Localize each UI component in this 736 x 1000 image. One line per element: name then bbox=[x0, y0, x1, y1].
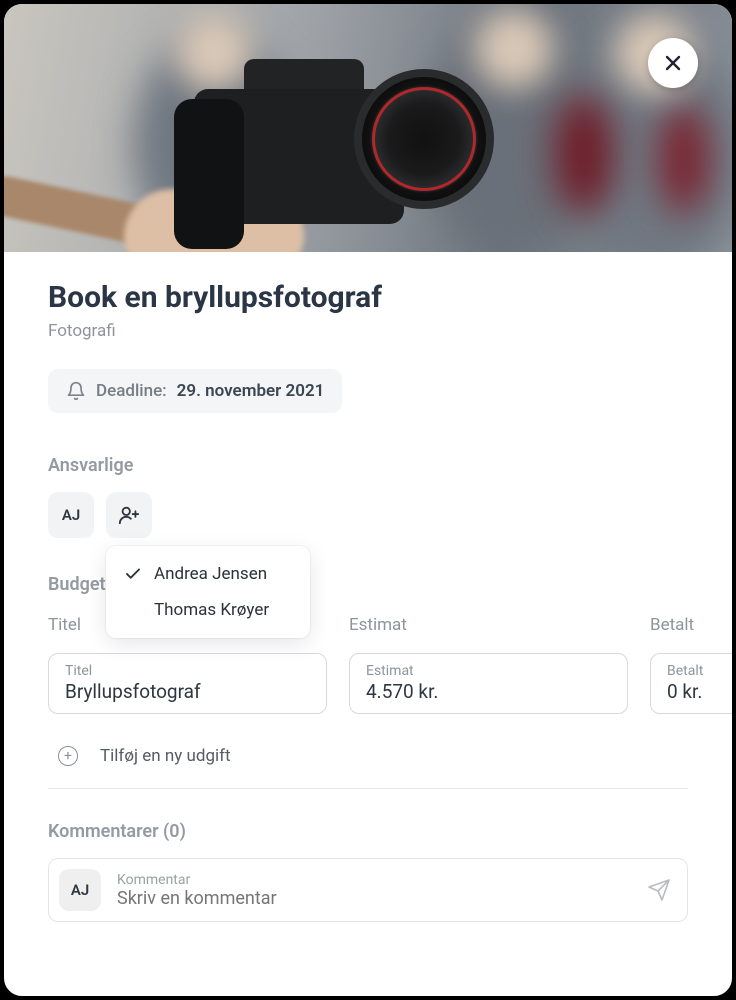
deadline-date: 29. november 2021 bbox=[177, 381, 325, 401]
deadline-chip[interactable]: Deadline: 29. november 2021 bbox=[48, 369, 342, 413]
task-title: Book en bryllupsfotograf bbox=[48, 280, 688, 315]
dropdown-item-label: Thomas Krøyer bbox=[154, 600, 269, 620]
paid-field[interactable]: Betalt bbox=[650, 653, 736, 714]
add-expense-label: Tilføj en ny udgift bbox=[100, 746, 231, 766]
check-icon bbox=[124, 565, 142, 583]
close-icon bbox=[663, 53, 683, 73]
assignees-heading: Ansvarlige bbox=[48, 455, 688, 476]
paper-plane-icon bbox=[647, 878, 671, 902]
comments-heading: Kommentarer (0) bbox=[48, 821, 688, 842]
comment-input-box[interactable]: AJ Kommentar bbox=[48, 858, 688, 922]
title-field[interactable]: Titel bbox=[48, 653, 327, 714]
add-expense-button[interactable]: + Tilføj en ny udgift bbox=[48, 724, 688, 789]
estimate-field[interactable]: Estimat bbox=[349, 653, 628, 714]
add-assignee-button[interactable] bbox=[106, 492, 152, 538]
field-label: Betalt bbox=[667, 663, 736, 679]
paid-input[interactable] bbox=[667, 680, 736, 703]
field-label: Estimat bbox=[366, 663, 611, 679]
send-button[interactable] bbox=[647, 878, 671, 902]
task-modal: Book en bryllupsfotograf Fotografi Deadl… bbox=[0, 0, 736, 1000]
assignee-avatar[interactable]: AJ bbox=[48, 492, 94, 538]
dropdown-item-andrea[interactable]: Andrea Jensen bbox=[106, 556, 310, 592]
bell-icon bbox=[66, 381, 86, 401]
comment-field-label: Kommentar bbox=[117, 872, 631, 888]
col-head-estimate: Estimat bbox=[349, 615, 628, 635]
dropdown-item-label: Andrea Jensen bbox=[154, 564, 267, 584]
deadline-label: Deadline: bbox=[96, 381, 167, 401]
dropdown-item-thomas[interactable]: Thomas Krøyer bbox=[106, 592, 310, 628]
hero-image bbox=[4, 4, 732, 252]
title-input[interactable] bbox=[65, 680, 310, 703]
comment-avatar: AJ bbox=[59, 869, 101, 911]
col-head-paid: Betalt bbox=[650, 615, 736, 635]
field-label: Titel bbox=[65, 663, 310, 679]
close-button[interactable] bbox=[648, 38, 698, 88]
plus-circle-icon: + bbox=[58, 746, 78, 766]
user-plus-icon bbox=[118, 504, 140, 526]
estimate-input[interactable] bbox=[366, 680, 611, 703]
assignee-dropdown: Andrea Jensen Thomas Krøyer bbox=[106, 546, 310, 638]
task-category: Fotografi bbox=[48, 321, 688, 341]
comment-input[interactable] bbox=[117, 888, 631, 909]
